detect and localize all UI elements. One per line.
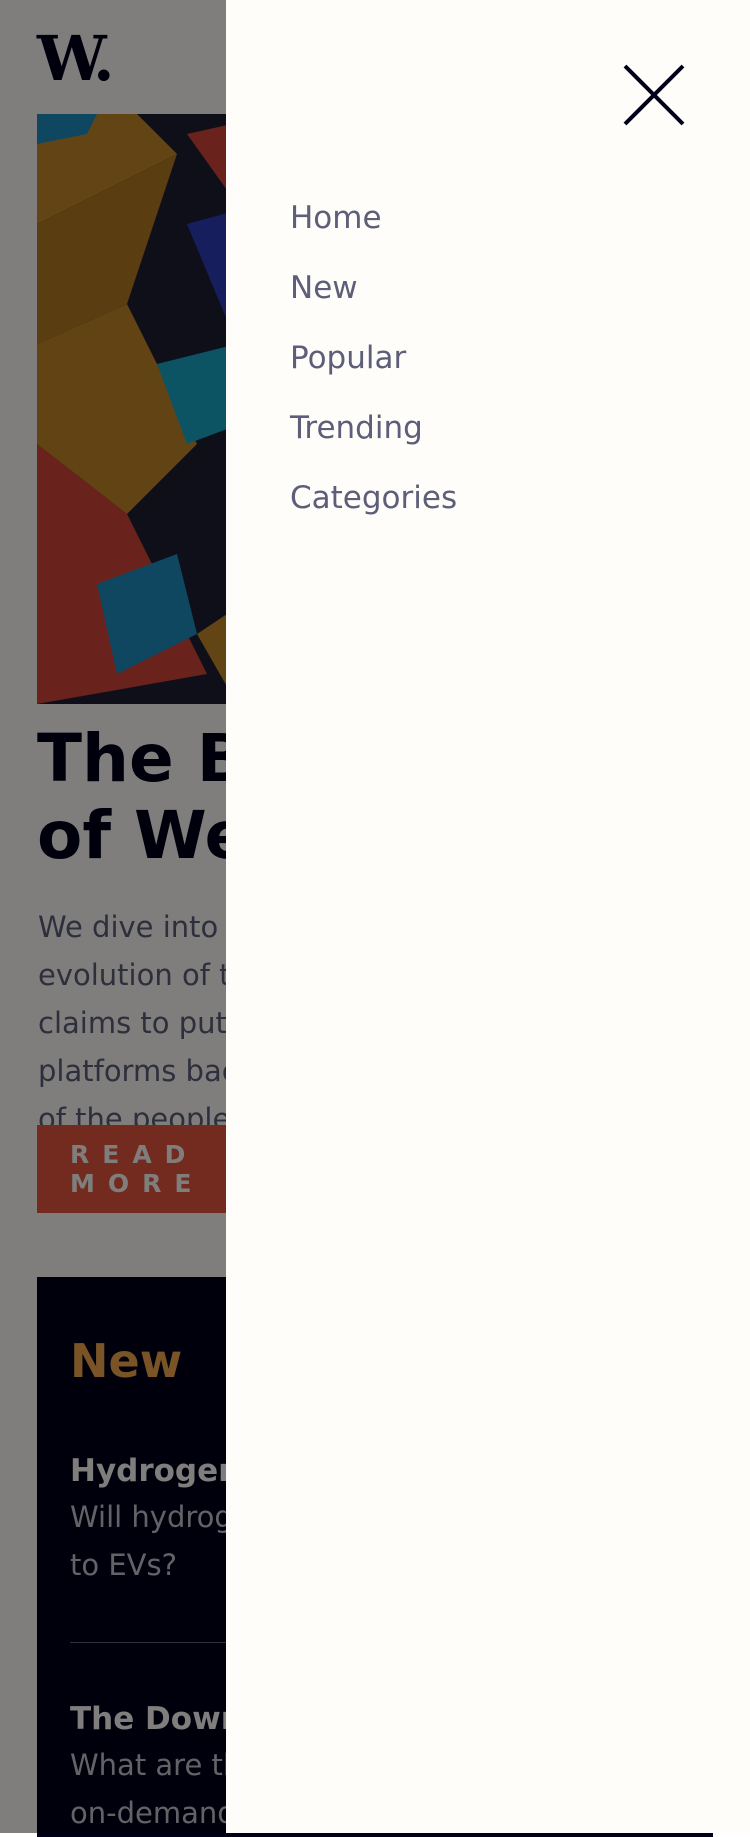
mobile-menu-drawer: Home New Popular Trending Categories xyxy=(226,0,750,1833)
menu-nav-list: Home New Popular Trending Categories xyxy=(290,190,457,540)
menu-link-popular[interactable]: Popular xyxy=(290,330,406,386)
menu-item-popular: Popular xyxy=(290,330,457,400)
menu-link-home[interactable]: Home xyxy=(290,190,382,246)
menu-item-home: Home xyxy=(290,190,457,260)
menu-link-new[interactable]: New xyxy=(290,260,358,316)
menu-item-trending: Trending xyxy=(290,400,457,470)
menu-item-new: New xyxy=(290,260,457,330)
menu-item-categories: Categories xyxy=(290,470,457,540)
menu-link-trending[interactable]: Trending xyxy=(290,400,423,456)
close-icon xyxy=(623,64,685,126)
close-menu-button[interactable] xyxy=(621,62,687,128)
menu-link-categories[interactable]: Categories xyxy=(290,470,457,526)
